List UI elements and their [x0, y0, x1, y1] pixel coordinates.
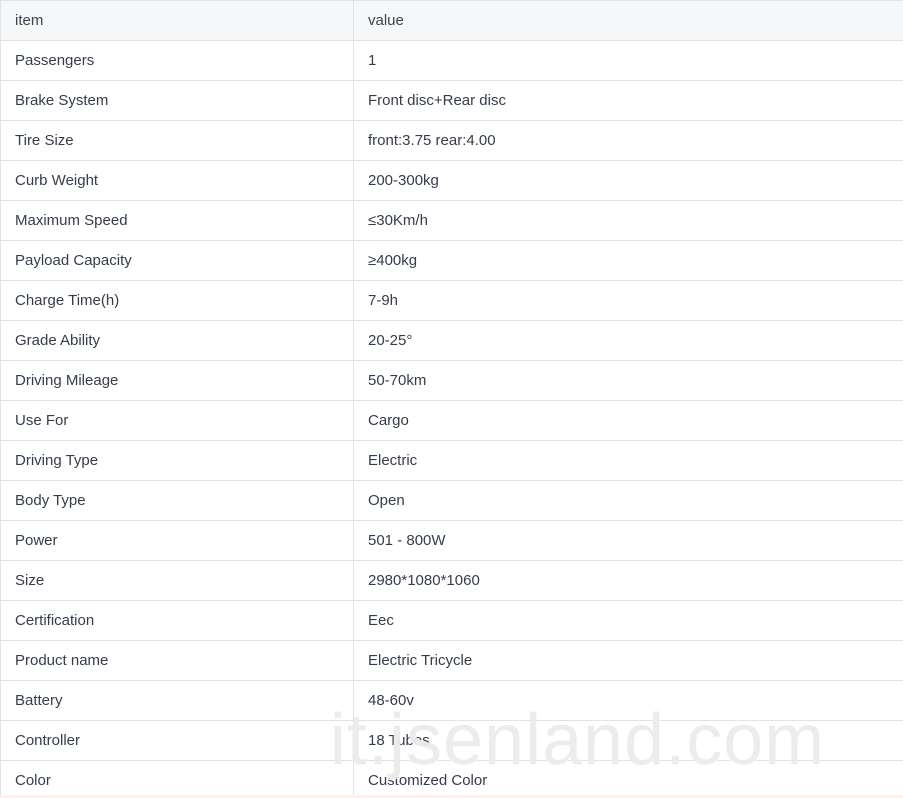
- table-row: Charge Time(h) 7-9h: [0, 280, 903, 321]
- cell-value: Eec: [353, 600, 903, 641]
- table-row: Driving Mileage 50-70km: [0, 360, 903, 401]
- column-header-item: item: [0, 0, 354, 41]
- cell-value: Front disc+Rear disc: [353, 80, 903, 121]
- cell-item: Passengers: [0, 40, 354, 81]
- cell-value: Open: [353, 480, 903, 521]
- cell-value: 501 - 800W: [353, 520, 903, 561]
- cell-item: Product name: [0, 640, 354, 681]
- table-row: Passengers 1: [0, 40, 903, 81]
- specification-table: item value Passengers 1 Brake System Front …: [0, 0, 903, 798]
- cell-value: 1: [353, 40, 903, 81]
- cell-item: Driving Type: [0, 440, 354, 481]
- table-row: Grade Ability 20-25°: [0, 320, 903, 361]
- specification-table-panel: item value Passengers 1 Brake System Front …: [0, 0, 903, 798]
- table-body: Passengers 1 Brake System Front disc+Rear d…: [0, 40, 903, 798]
- cell-value: 2980*1080*1060: [353, 560, 903, 601]
- cell-value: 200-300kg: [353, 160, 903, 201]
- table-header-row: item value: [0, 0, 903, 41]
- cell-item: Size: [0, 560, 354, 601]
- cell-item: Brake System: [0, 80, 354, 121]
- cell-value: front:3.75 rear:4.00: [353, 120, 903, 161]
- table-row: Certification Eec: [0, 600, 903, 641]
- cell-item: Tire Size: [0, 120, 354, 161]
- cell-value: 7-9h: [353, 280, 903, 321]
- table-row: Maximum Speed ≤30Km/h: [0, 200, 903, 241]
- table-row: Power 501 - 800W: [0, 520, 903, 561]
- cell-value: ≤30Km/h: [353, 200, 903, 241]
- cell-value: ≥400kg: [353, 240, 903, 281]
- cell-item: Controller: [0, 720, 354, 761]
- cell-item: Certification: [0, 600, 354, 641]
- table-row: Controller 18 Tubes: [0, 720, 903, 761]
- cell-item: Power: [0, 520, 354, 561]
- table-row: Curb Weight 200-300kg: [0, 160, 903, 201]
- cell-item: Use For: [0, 400, 354, 441]
- cell-value: Electric: [353, 440, 903, 481]
- cell-value: 18 Tubes: [353, 720, 903, 761]
- cell-item: Grade Ability: [0, 320, 354, 361]
- table-row: Driving Type Electric: [0, 440, 903, 481]
- cell-item: Body Type: [0, 480, 354, 521]
- table-header: item value: [0, 0, 903, 41]
- cell-value: 20-25°: [353, 320, 903, 361]
- cell-value: Electric Tricycle: [353, 640, 903, 681]
- cell-item: Charge Time(h): [0, 280, 354, 321]
- cell-item: Payload Capacity: [0, 240, 354, 281]
- cell-item: Color: [0, 760, 354, 798]
- table-row: Brake System Front disc+Rear disc: [0, 80, 903, 121]
- cell-value: Customized Color: [353, 760, 903, 798]
- table-row: Battery 48-60v: [0, 680, 903, 721]
- table-row: Tire Size front:3.75 rear:4.00: [0, 120, 903, 161]
- cell-item: Driving Mileage: [0, 360, 354, 401]
- table-row: Product name Electric Tricycle: [0, 640, 903, 681]
- cell-value: 48-60v: [353, 680, 903, 721]
- table-row: Payload Capacity ≥400kg: [0, 240, 903, 281]
- table-row: Body Type Open: [0, 480, 903, 521]
- cell-item: Battery: [0, 680, 354, 721]
- column-header-value: value: [353, 0, 903, 41]
- cell-item: Maximum Speed: [0, 200, 354, 241]
- table-row: Size 2980*1080*1060: [0, 560, 903, 601]
- table-row: Color Customized Color: [0, 760, 903, 798]
- table-row: Use For Cargo: [0, 400, 903, 441]
- cell-item: Curb Weight: [0, 160, 354, 201]
- cell-value: 50-70km: [353, 360, 903, 401]
- cell-value: Cargo: [353, 400, 903, 441]
